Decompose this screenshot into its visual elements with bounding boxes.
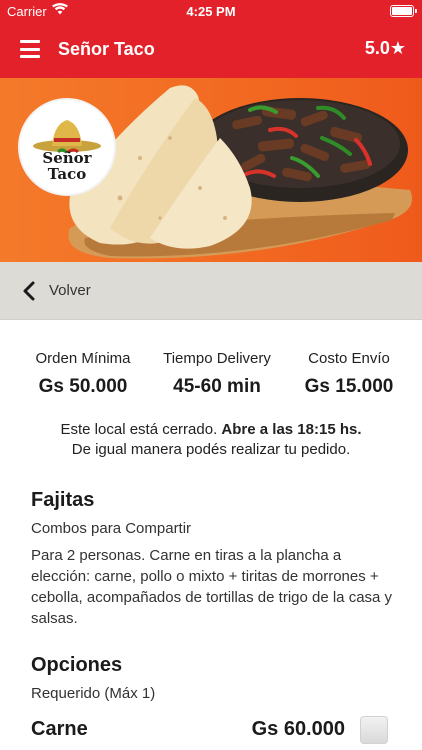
restaurant-title: Señor Taco [58, 39, 155, 59]
shipping-value: Gs 15.000 [304, 376, 394, 397]
shipping-cost: Costo Envío Gs 15.000 [290, 350, 408, 398]
min-order-value: Gs 50.000 [38, 376, 128, 397]
closed-notice: Este local está cerrado. Abre a las 18:1… [0, 420, 422, 460]
delivery-time-value: 45-60 min [173, 376, 261, 397]
logo-text-line1: Señor [42, 149, 92, 167]
opens-at-text: Abre a las 18:15 hs. [221, 421, 362, 438]
chevron-left-icon [23, 281, 35, 301]
option-checkbox[interactable] [360, 716, 388, 744]
closed-line1: Este local está cerrado. Abre a las 18:1… [0, 420, 422, 440]
options-requirement: Requerido (Máx 1) [31, 685, 156, 702]
clock: 4:25 PM [186, 4, 236, 19]
status-bar: Carrier 4:25 PM [0, 0, 422, 22]
option-name: Carne [31, 718, 88, 740]
rating-badge: 5.0★ [364, 38, 406, 58]
back-label: Volver [49, 282, 91, 299]
shipping-label: Costo Envío [308, 350, 390, 367]
closed-line2: De igual manera podés realizar tu pedido… [71, 441, 351, 458]
battery-icon [390, 5, 417, 17]
hamburger-icon[interactable] [20, 40, 40, 58]
min-order: Orden Mínima Gs 50.000 [24, 350, 142, 398]
restaurant-logo: Señor Taco [18, 98, 116, 196]
delivery-time: Tiempo Delivery 45-60 min [152, 350, 282, 398]
logo-text: Señor Taco [20, 150, 114, 182]
option-price: Gs 60.000 [251, 718, 345, 740]
nav-bar: Señor Taco 5.0★ [0, 22, 422, 78]
options-title: Opciones [31, 654, 123, 676]
logo-text-line2: Taco [47, 165, 87, 183]
option-item[interactable]: Carne Gs 60.000 [0, 712, 422, 750]
min-order-label: Orden Mínima [35, 350, 131, 367]
back-button[interactable]: Volver [0, 262, 422, 320]
product-category: Combos para Compartir [31, 520, 192, 537]
delivery-time-label: Tiempo Delivery [163, 350, 271, 367]
hero-banner: Señor Taco [0, 78, 422, 262]
product-title: Fajitas [31, 489, 95, 511]
product-description: Para 2 personas. Carne en tiras a la pla… [31, 547, 393, 627]
closed-text: Este local está cerrado. [60, 421, 222, 438]
